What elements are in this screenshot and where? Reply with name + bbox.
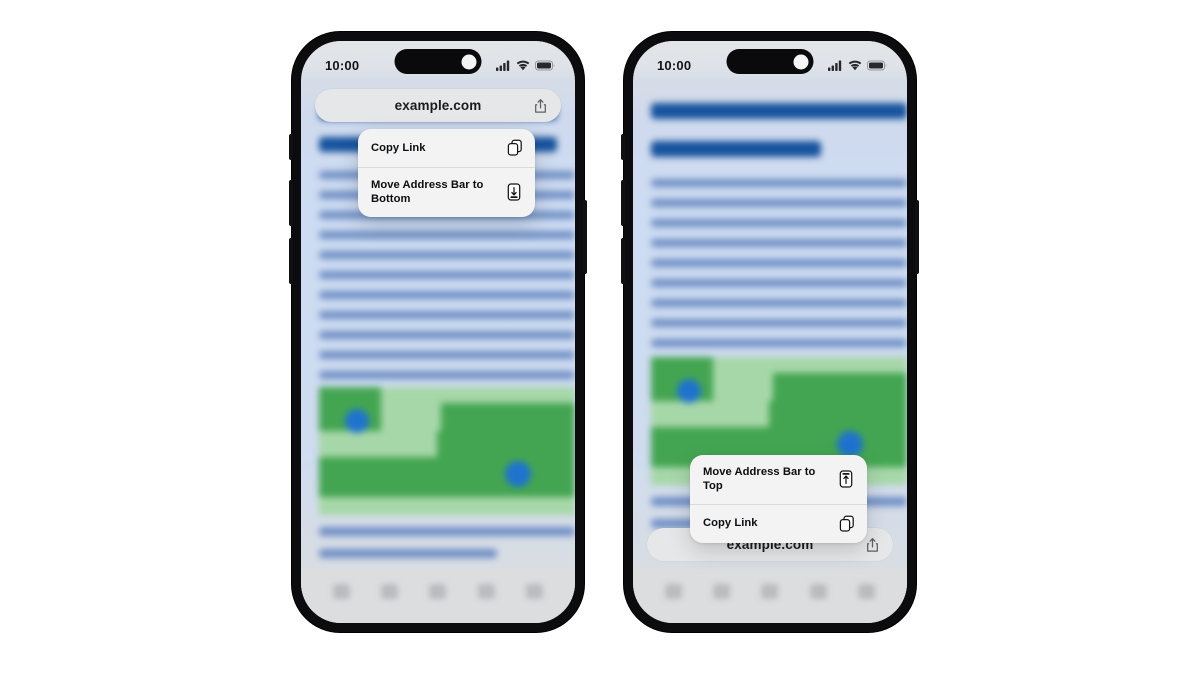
bookmarks-icon[interactable] [809, 583, 827, 599]
volume-up-button[interactable] [621, 180, 625, 226]
cellular-signal-icon [496, 60, 511, 71]
address-bar-url: example.com [394, 98, 482, 113]
volume-down-button[interactable] [289, 238, 293, 284]
status-indicators [828, 60, 887, 71]
cellular-signal-icon [828, 60, 843, 71]
forward-icon[interactable] [381, 583, 399, 599]
phone-screen-left: 10:00 example.com Copy Link Move Address… [301, 41, 575, 623]
power-button[interactable] [583, 200, 587, 274]
phone-screen-right: 10:00 Move Address Bar to Top Copy Link … [633, 41, 907, 623]
context-menu-right[interactable]: Move Address Bar to Top Copy Link [690, 455, 867, 543]
browser-toolbar-left[interactable] [301, 569, 575, 623]
volume-down-button[interactable] [621, 238, 625, 284]
share-icon[interactable] [532, 97, 549, 114]
map-pin[interactable] [505, 461, 531, 487]
back-icon[interactable] [332, 583, 350, 599]
share-icon[interactable] [429, 583, 447, 599]
back-icon[interactable] [664, 583, 682, 599]
move-address-bar-down-icon [507, 183, 523, 201]
tabs-icon[interactable] [526, 583, 544, 599]
context-menu-left[interactable]: Copy Link Move Address Bar to Bottom [358, 129, 535, 217]
menu-item-copy-link[interactable]: Copy Link [690, 503, 867, 543]
map-pin[interactable] [837, 431, 863, 457]
battery-icon [535, 60, 555, 71]
status-indicators [496, 60, 555, 71]
map-embed-left[interactable] [319, 387, 575, 515]
dynamic-island [726, 49, 814, 74]
forward-icon[interactable] [713, 583, 731, 599]
menu-item-label: Copy Link [371, 141, 426, 154]
menu-item-label: Copy Link [703, 517, 758, 530]
power-button[interactable] [915, 200, 919, 274]
wifi-icon [516, 60, 530, 71]
share-icon[interactable] [761, 583, 779, 599]
copy-link-icon [839, 515, 855, 533]
phone-address-bar-top: 10:00 example.com Copy Link Move Address… [289, 32, 587, 632]
browser-toolbar-right[interactable] [633, 569, 907, 623]
menu-item-move-address-bar-bottom[interactable]: Move Address Bar to Bottom [358, 167, 535, 217]
wifi-icon [848, 60, 862, 71]
battery-icon [867, 60, 887, 71]
status-clock: 10:00 [325, 57, 360, 73]
menu-item-label: Move Address Bar to Bottom [371, 179, 484, 206]
volume-up-button[interactable] [289, 180, 293, 226]
dynamic-island [394, 49, 482, 74]
address-bar-top[interactable]: example.com [315, 89, 561, 122]
tabs-icon[interactable] [858, 583, 876, 599]
phone-address-bar-bottom: 10:00 Move Address Bar to Top Copy Link … [621, 32, 919, 632]
mute-switch[interactable] [621, 134, 625, 160]
move-address-bar-up-icon [839, 470, 855, 488]
map-pin[interactable] [345, 409, 369, 433]
front-camera-icon [793, 54, 809, 69]
screenshot-canvas: 10:00 example.com Copy Link Move Address… [0, 0, 1200, 675]
menu-item-move-address-bar-top[interactable]: Move Address Bar to Top [690, 455, 867, 504]
status-clock: 10:00 [657, 57, 692, 73]
front-camera-icon [461, 54, 477, 69]
copy-link-icon [507, 139, 523, 157]
share-icon[interactable] [864, 536, 881, 553]
menu-item-copy-link[interactable]: Copy Link [358, 129, 535, 167]
map-pin[interactable] [677, 379, 701, 403]
bookmarks-icon[interactable] [477, 583, 495, 599]
menu-item-label: Move Address Bar to Top [703, 466, 816, 493]
mute-switch[interactable] [289, 134, 293, 160]
